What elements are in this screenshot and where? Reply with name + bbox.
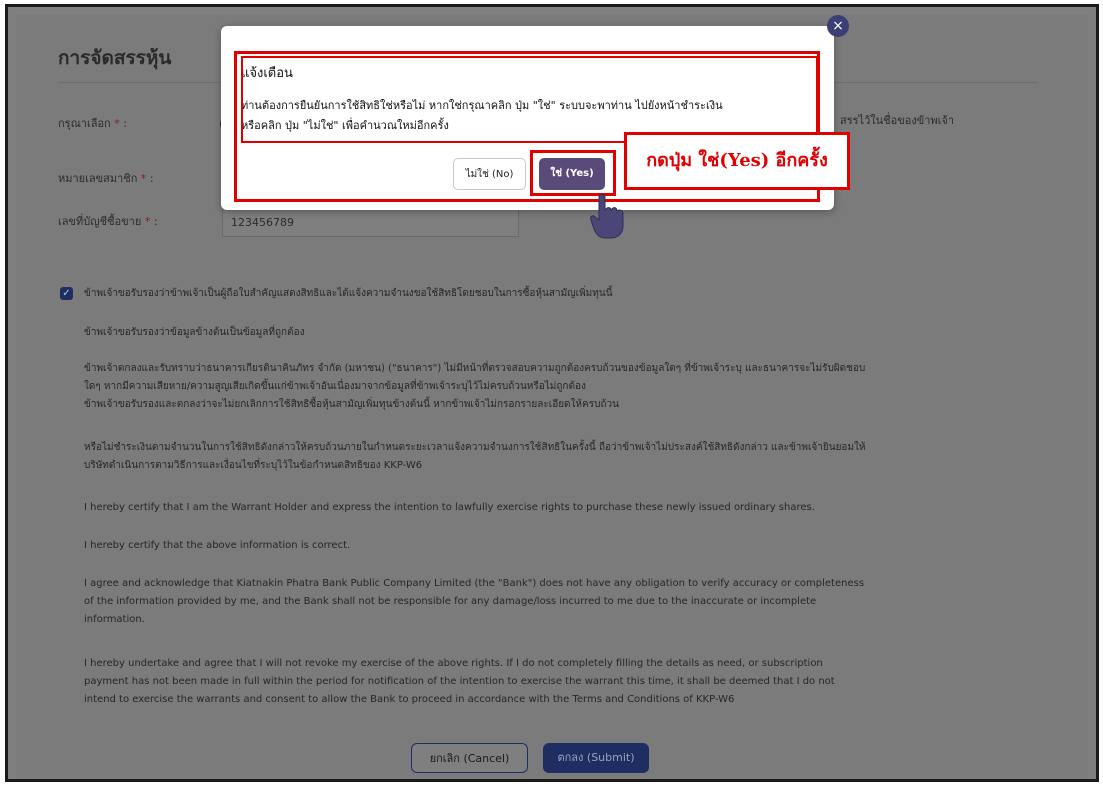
choose-label: กรุณาเลือก * : bbox=[58, 114, 127, 132]
en-declaration-3: I agree and acknowledge that Kiatnakin P… bbox=[84, 575, 984, 629]
label-colon: : bbox=[149, 172, 154, 185]
cancel-button[interactable]: ยกเลิก (Cancel) bbox=[411, 743, 528, 773]
en-declaration-2: I hereby certify that the above informat… bbox=[84, 540, 351, 551]
page-title: การจัดสรรหุ้น bbox=[58, 47, 172, 69]
choose-option-label: สรรไว้ในชื่อของข้าพเจ้า bbox=[840, 114, 955, 127]
en-declaration-4: I hereby undertake and agree that I will… bbox=[84, 655, 984, 709]
certify-checkbox[interactable]: ✓ bbox=[60, 287, 73, 300]
hand-pointer-icon bbox=[590, 194, 624, 239]
en-declaration-4-line: payment has not been made in full within… bbox=[84, 676, 835, 687]
en-declaration-3-line: I agree and acknowledge that Kiatnakin P… bbox=[84, 578, 865, 589]
required-mark: * bbox=[114, 117, 120, 130]
submit-button[interactable]: ตกลง (Submit) bbox=[543, 743, 649, 773]
label-colon: : bbox=[123, 117, 127, 130]
account-field[interactable]: 123456789 bbox=[222, 209, 519, 237]
account-label: เลขที่บัญชีซื้อขาย * : bbox=[58, 212, 158, 230]
member-label-text: หมายเลขสมาชิก bbox=[58, 172, 138, 185]
close-icon[interactable]: × bbox=[827, 15, 849, 37]
th-declaration-2-line: ใดๆ หากมีความเสียหาย/ความสูญเสียเกิดขึ้น… bbox=[84, 381, 586, 392]
highlight-box-yes bbox=[530, 150, 616, 196]
highlight-box-message bbox=[241, 56, 818, 143]
account-label-text: เลขที่บัญชีซื้อขาย bbox=[58, 215, 142, 228]
th-declaration-3-line: หรือไม่ชำระเงินตามจำนวนในการใช้สิทธิดังก… bbox=[84, 442, 866, 453]
th-declaration-1: ข้าพเจ้าขอรับรองว่าข้อมูลข้างต้นเป็นข้อม… bbox=[84, 327, 305, 338]
instruction-callout: กดปุ่ม ใช่(Yes) อีกครั้ง bbox=[624, 132, 850, 190]
th-declaration-3-line: บริษัทดำเนินการตามวิธีการและเงื่อนไขที่ร… bbox=[84, 460, 423, 471]
member-label: หมายเลขสมาชิก * : bbox=[58, 169, 154, 187]
en-declaration-1: I hereby certify that I am the Warrant H… bbox=[84, 502, 815, 513]
th-declaration-2-line: ข้าพเจ้าขอรับรองและตกลงว่าจะไม่ยกเลิกการ… bbox=[84, 399, 619, 410]
th-declaration-3: หรือไม่ชำระเงินตามจำนวนในการใช้สิทธิดังก… bbox=[84, 439, 984, 475]
required-mark: * bbox=[140, 172, 147, 185]
en-declaration-3-line: information. bbox=[84, 614, 145, 625]
en-declaration-3-line: of the information provided by me, and t… bbox=[84, 596, 817, 607]
label-colon: : bbox=[153, 215, 158, 228]
required-mark: * bbox=[144, 215, 151, 228]
en-declaration-4-line: I hereby undertake and agree that I will… bbox=[84, 658, 823, 669]
th-declaration-2-line: ข้าพเจ้าตกลงและรับทราบว่าธนาคารเกียรตินา… bbox=[84, 363, 866, 374]
choose-label-text: กรุณาเลือก bbox=[58, 117, 111, 130]
en-declaration-4-line: intend to exercise the warrants and cons… bbox=[84, 694, 735, 705]
th-declaration-2: ข้าพเจ้าตกลงและรับทราบว่าธนาคารเกียรตินา… bbox=[84, 360, 984, 414]
certify-checkbox-text: ข้าพเจ้าขอรับรองว่าข้าพเจ้าเป็นผู้ถือใบส… bbox=[84, 288, 613, 299]
